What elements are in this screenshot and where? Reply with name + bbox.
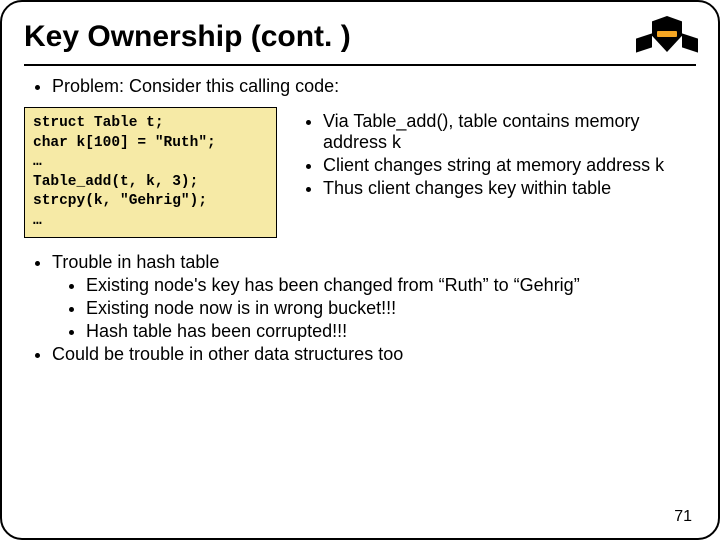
slide-title: Key Ownership (cont. ) <box>24 20 351 54</box>
lower-sub-1: Existing node's key has been changed fro… <box>86 275 696 296</box>
right-bullet-3: Thus client changes key within table <box>323 178 696 199</box>
lower-bullet-1-text: Trouble in hash table <box>52 252 219 272</box>
shield-logo-icon <box>638 14 696 60</box>
lower-bullet-1: Trouble in hash table Existing node's ke… <box>52 252 696 342</box>
code-explanation: Via Table_add(), table contains memory a… <box>295 107 696 209</box>
lower-sublist: Existing node's key has been changed fro… <box>52 275 696 342</box>
lower-bullet-2: Could be trouble in other data structure… <box>52 344 696 365</box>
right-bullet-1: Via Table_add(), table contains memory a… <box>323 111 696 153</box>
right-bullet-2: Client changes string at memory address … <box>323 155 696 176</box>
right-list: Via Table_add(), table contains memory a… <box>295 111 696 199</box>
slide-body: Problem: Consider this calling code: str… <box>24 76 696 365</box>
code-row: struct Table t; char k[100] = "Ruth"; … … <box>24 107 696 238</box>
slide: Key Ownership (cont. ) Problem: Consider… <box>0 0 720 540</box>
lower-sub-2: Existing node now is in wrong bucket!!! <box>86 298 696 319</box>
title-bar: Key Ownership (cont. ) <box>24 14 696 66</box>
intro-bullet: Problem: Consider this calling code: <box>52 76 696 97</box>
lower-list: Trouble in hash table Existing node's ke… <box>24 252 696 365</box>
page-number: 71 <box>674 508 692 526</box>
intro-list: Problem: Consider this calling code: <box>24 76 696 97</box>
code-block: struct Table t; char k[100] = "Ruth"; … … <box>24 107 277 238</box>
lower-sub-3: Hash table has been corrupted!!! <box>86 321 696 342</box>
